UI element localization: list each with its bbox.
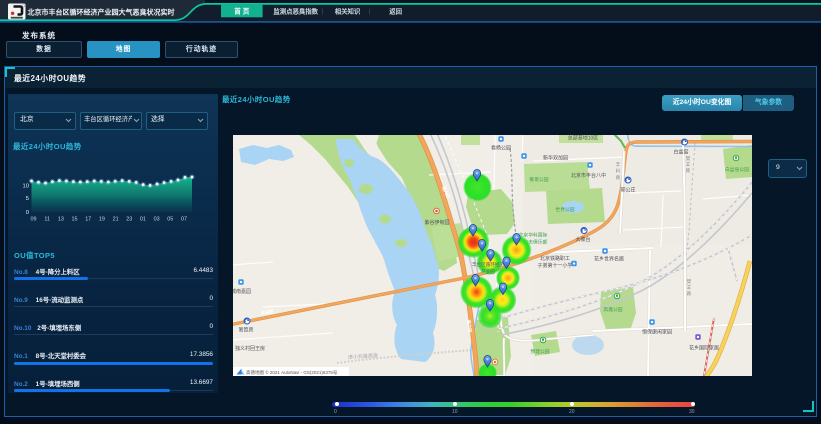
- svg-text:丰: 丰: [616, 161, 621, 168]
- svg-text:11: 11: [44, 217, 50, 223]
- svg-text:北京市丰台区循环经济产业园大气恶臭状况实时: 北京市丰台区循环经济产业园大气恶臭状况实时: [28, 8, 175, 17]
- svg-text:丰台区循环经济: 丰台区循环经济: [472, 261, 505, 268]
- svg-text:羊: 羊: [687, 284, 692, 291]
- svg-text:路: 路: [687, 290, 692, 297]
- svg-text:城南嘉园: 城南嘉园: [233, 288, 251, 295]
- svg-text:路: 路: [616, 174, 621, 181]
- svg-text:13: 13: [58, 217, 64, 223]
- svg-text:新华双加园: 新华双加园: [543, 155, 568, 162]
- svg-text:17: 17: [85, 217, 91, 223]
- svg-text:北京铁路职工: 北京铁路职工: [540, 255, 570, 262]
- svg-text:21: 21: [113, 217, 119, 223]
- svg-text:恒保康闲家园: 恒保康闲家园: [642, 329, 672, 336]
- svg-text:樊: 樊: [687, 278, 692, 285]
- svg-text:0: 0: [26, 210, 29, 216]
- svg-text:返回: 返回: [389, 7, 402, 16]
- svg-text:15: 15: [72, 217, 78, 223]
- svg-text:07: 07: [181, 217, 187, 223]
- svg-text:科: 科: [616, 168, 621, 175]
- svg-text:总部基地10区: 总部基地10区: [568, 135, 599, 142]
- svg-text:首 页: 首 页: [234, 7, 249, 16]
- svg-text:监测点恶臭指数: 监测点恶臭指数: [273, 7, 318, 16]
- svg-text:高德地图 © 2021 AutoNavi - GS(2021: 高德地图 © 2021 AutoNavi - GS(2021)6375号: [246, 369, 338, 376]
- svg-text:白盆窑公园: 白盆窑公园: [725, 166, 749, 173]
- svg-text:10: 10: [23, 183, 29, 189]
- svg-text:紫谷伊甸园: 紫谷伊甸园: [424, 219, 449, 226]
- svg-text:09: 09: [31, 217, 37, 223]
- svg-text:01: 01: [140, 217, 146, 223]
- svg-text:高鑫公园: 高鑫公园: [603, 306, 622, 313]
- svg-text:预建公园: 预建公园: [530, 348, 549, 355]
- svg-text:19: 19: [99, 217, 105, 223]
- svg-text:5: 5: [26, 196, 29, 202]
- svg-text:产业园: 产业园: [481, 268, 495, 275]
- svg-text:郭公庄: 郭公庄: [620, 187, 635, 194]
- svg-text:05: 05: [167, 217, 173, 223]
- svg-text:子弟第十一小学: 子弟第十一小学: [537, 262, 572, 269]
- svg-text:白盆窑: 白盆窑: [673, 149, 688, 156]
- svg-text:路: 路: [686, 167, 691, 174]
- svg-text:樊: 樊: [686, 155, 691, 162]
- svg-text:篱笆房: 篱笆房: [238, 327, 253, 334]
- svg-text:御景公园: 御景公园: [529, 176, 548, 183]
- svg-text:北京市丰台八中: 北京市丰台八中: [571, 172, 606, 179]
- svg-text:|: |: [369, 8, 371, 15]
- svg-text:03: 03: [154, 217, 160, 223]
- svg-text:花乡世界名居: 花乡世界名居: [594, 256, 624, 263]
- svg-text:看杨公园: 看杨公园: [491, 145, 511, 152]
- svg-text:23: 23: [126, 217, 132, 223]
- svg-text:|: |: [321, 8, 323, 15]
- svg-text:独义村回王房: 独义村回王房: [235, 345, 265, 352]
- svg-text:大葆台: 大葆台: [575, 236, 590, 243]
- svg-text:相关知识: 相关知识: [335, 7, 361, 16]
- svg-text:世界公园: 世界公园: [555, 206, 574, 213]
- svg-text:花乡国际家居: 花乡国际家居: [689, 345, 719, 352]
- svg-text:羊: 羊: [686, 161, 691, 168]
